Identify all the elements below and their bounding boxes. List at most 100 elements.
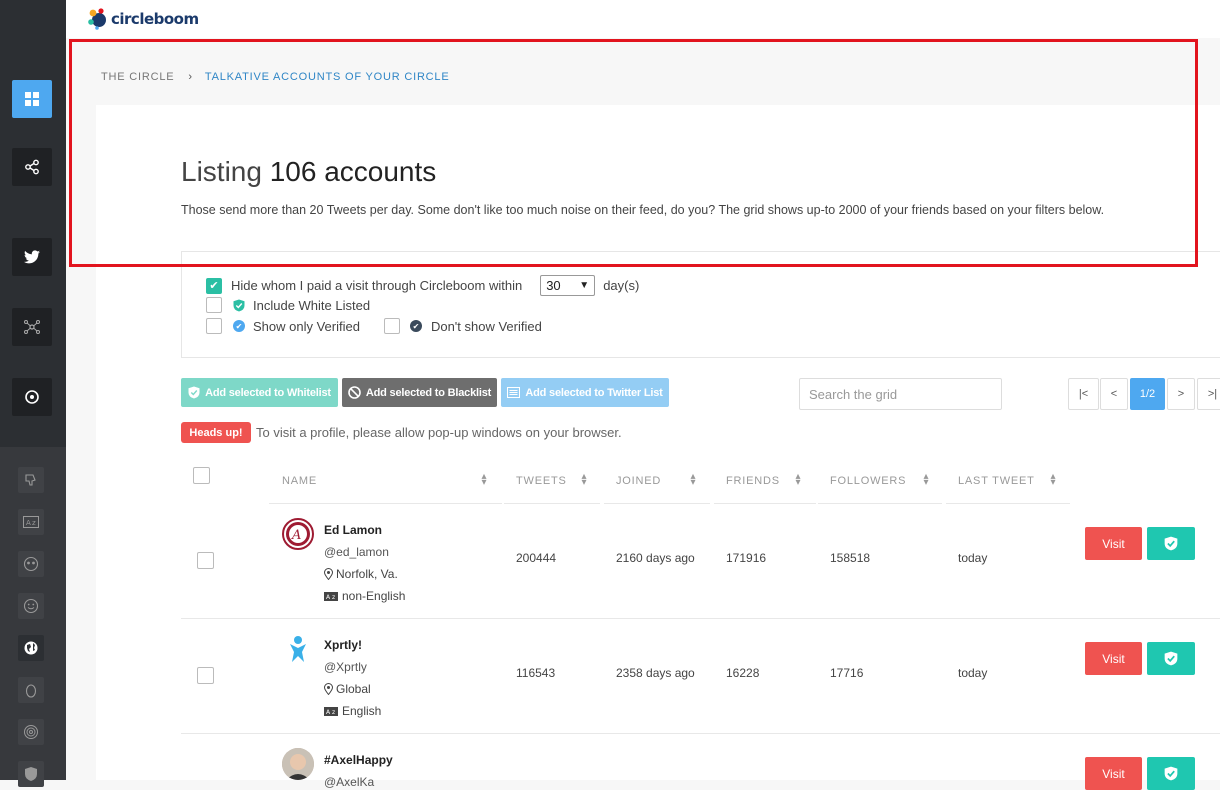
account-name[interactable]: Xprtly! (324, 638, 362, 652)
sidebar-item-language[interactable]: Az (18, 509, 44, 535)
dashboard-icon (25, 92, 39, 106)
hide-visited-label: Hide whom I paid a visit through Circleb… (231, 278, 523, 293)
list-icon (507, 387, 521, 398)
network-icon (24, 320, 40, 334)
column-header-tweets[interactable]: TWEETS (516, 475, 567, 487)
whitelist-button[interactable] (1147, 757, 1195, 790)
language-icon: Az (324, 706, 338, 716)
eyes-icon (23, 556, 39, 572)
svg-text:z: z (32, 519, 36, 527)
filter-verified: ✔ Show only Verified ✔ Don't show Verifi… (206, 318, 542, 334)
share-icon (25, 159, 39, 175)
sidebar-item-spiral[interactable] (18, 719, 44, 745)
sidebar-item-target[interactable] (12, 378, 52, 416)
whitelist-button[interactable] (1147, 642, 1195, 675)
account-name[interactable]: #AxelHappy (324, 753, 393, 767)
location-text: Norfolk, Va. (336, 567, 398, 581)
visit-button[interactable]: Visit (1085, 527, 1142, 560)
column-header-followers[interactable]: FOLLOWERS (830, 475, 906, 487)
sort-icon[interactable]: ▴ ▾ (921, 472, 931, 488)
account-name[interactable]: Ed Lamon (324, 523, 382, 537)
location-text: Global (336, 682, 371, 696)
sidebar-item-whitelist[interactable] (18, 761, 44, 787)
account-handle[interactable]: @ed_lamon (324, 545, 389, 559)
header-divider (604, 503, 710, 504)
globe-icon (24, 641, 38, 655)
include-whitelisted-checkbox[interactable] (206, 297, 222, 313)
sort-icon[interactable]: ▴ ▾ (579, 472, 589, 488)
dont-show-verified-checkbox[interactable] (383, 318, 400, 334)
sidebar-item-inactive[interactable] (18, 551, 44, 577)
svg-text:z: z (332, 594, 335, 601)
heads-up-badge: Heads up! (181, 422, 251, 443)
pagination-prev[interactable]: < (1100, 378, 1128, 410)
smile-icon (23, 598, 39, 614)
account-language: Az non-English (324, 589, 405, 603)
column-header-joined[interactable]: JOINED (616, 475, 661, 487)
pagination-next[interactable]: > (1167, 378, 1195, 410)
last-tweet-value: today (958, 666, 988, 680)
account-handle[interactable]: @Xprtly (324, 660, 367, 674)
visit-button[interactable]: Visit (1085, 757, 1142, 790)
sidebar-item-share[interactable] (12, 148, 52, 186)
breadcrumb-current[interactable]: TALKATIVE ACCOUNTS OF YOUR CIRCLE (205, 71, 450, 83)
add-to-blacklist-button[interactable]: Add selected to Blacklist (342, 378, 497, 407)
account-handle[interactable]: @AxelKa (324, 775, 374, 789)
column-header-name[interactable]: NAME (282, 475, 317, 487)
followers-count: 17716 (830, 666, 864, 680)
search-input[interactable]: Search the grid (799, 378, 1002, 410)
hide-visited-checkbox[interactable]: ✔ (206, 277, 222, 294)
page-title: Listing 106 accounts (181, 156, 436, 188)
header-divider (714, 503, 816, 504)
days-select[interactable]: 30 ▼ (540, 275, 596, 296)
account-location: Norfolk, Va. (324, 567, 398, 581)
pagination-current[interactable]: 1/2 (1130, 378, 1165, 410)
visit-button[interactable]: Visit (1085, 642, 1142, 675)
header-divider (818, 503, 942, 504)
column-header-friends[interactable]: FRIENDS (726, 475, 780, 487)
pagination-first[interactable]: |< (1068, 378, 1099, 410)
pagination-last[interactable]: >| (1197, 378, 1220, 410)
select-all-checkbox[interactable] (193, 467, 210, 484)
sort-icon[interactable]: ▴ ▾ (793, 472, 803, 488)
sidebar-item-fake[interactable] (18, 593, 44, 619)
logo-text: circleboom (111, 10, 199, 28)
row-checkbox[interactable] (197, 667, 214, 684)
sidebar-item-network[interactable] (12, 308, 52, 346)
whitelist-button[interactable] (1147, 527, 1195, 560)
avatar[interactable] (282, 633, 314, 665)
language-text: English (342, 704, 382, 718)
top-bar: circleboom (66, 0, 1220, 38)
logo[interactable]: circleboom (88, 8, 199, 30)
add-to-whitelist-button[interactable]: Add selected to Whitelist (181, 378, 338, 407)
twitter-list-button-label: Add selected to Twitter List (525, 386, 663, 399)
sidebar-item-egg[interactable] (18, 677, 44, 703)
language-icon: Az (23, 516, 39, 528)
friends-count: 16228 (726, 666, 760, 680)
row-checkbox[interactable] (197, 552, 214, 569)
sidebar-item-unfollow[interactable] (18, 467, 44, 493)
header-divider (269, 503, 502, 504)
target-icon (25, 390, 39, 404)
sidebar-item-talkative[interactable] (18, 635, 44, 661)
include-whitelisted-label: Include White Listed (253, 297, 371, 313)
sidebar-item-twitter[interactable] (12, 238, 52, 276)
add-to-twitter-list-button[interactable]: Add selected to Twitter List (501, 378, 669, 407)
column-header-last-tweet[interactable]: LAST TWEET (958, 475, 1035, 487)
sort-icon[interactable]: ▴ ▾ (688, 472, 698, 488)
avatar[interactable]: A (282, 518, 314, 550)
avatar[interactable] (282, 748, 314, 780)
thumbs-down-icon (25, 474, 36, 486)
language-text: non-English (342, 589, 406, 603)
sidebar: Az (0, 0, 66, 787)
verified-badge-icon: ✔ (233, 320, 245, 332)
breadcrumb: THE CIRCLE › TALKATIVE ACCOUNTS OF YOUR … (101, 71, 449, 83)
days-suffix: day(s) (603, 278, 640, 293)
sidebar-item-dashboard[interactable] (12, 80, 52, 118)
only-verified-checkbox[interactable] (206, 318, 222, 334)
sort-icon[interactable]: ▴ ▾ (479, 472, 489, 488)
sort-icon[interactable]: ▴ ▾ (1048, 472, 1058, 488)
breadcrumb-root[interactable]: THE CIRCLE (101, 71, 174, 83)
tweets-count: 200444 (516, 551, 557, 565)
twitter-icon (24, 250, 40, 264)
